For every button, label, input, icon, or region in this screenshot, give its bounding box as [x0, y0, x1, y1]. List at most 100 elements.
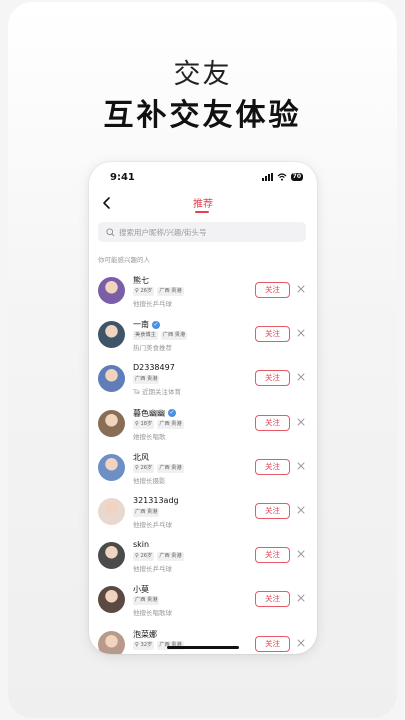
wifi-icon	[277, 173, 287, 181]
user-tag: ♀ 26岁	[133, 552, 155, 562]
follow-button[interactable]: 关注	[255, 414, 290, 431]
user-description: 热门美食推荐	[133, 344, 172, 353]
user-name-text: 321313adg	[133, 495, 179, 505]
user-name[interactable]: 北风	[133, 452, 149, 463]
user-name-text: 一南	[133, 320, 149, 330]
hero-title: 互补交友体验	[103, 98, 302, 133]
status-time: 9:41	[110, 172, 135, 183]
user-name[interactable]: skin	[133, 540, 149, 549]
user-description: 他擅长乒乓球	[133, 520, 172, 529]
user-name[interactable]: 小莫	[133, 584, 149, 595]
close-icon[interactable]	[297, 285, 305, 293]
follow-button[interactable]: 关注	[255, 326, 290, 343]
user-name-text: 北风	[133, 452, 149, 462]
user-tags: ♀ 26岁 广西 贵港	[133, 463, 184, 473]
search-input[interactable]: 搜索用户昵称/兴趣/街头号	[98, 222, 306, 242]
user-tag: 广西 贵港	[133, 596, 160, 606]
user-description: 她擅长唱歌	[133, 432, 166, 441]
user-tag: ♀ 18岁	[133, 419, 155, 429]
search-placeholder: 搜索用户昵称/兴趣/街头号	[119, 227, 207, 237]
user-tag: ♀ 26岁	[133, 463, 155, 473]
user-tags: ♀ 26岁 广西 贵港	[133, 287, 184, 296]
user-tag: 广西 贵港	[133, 507, 160, 517]
user-list: 熊七 ♀ 26岁 广西 贵港 他擅长乒乓球 关注 一南 ✓ 美食博主 广西 贵港 热门美食推荐 关注…	[89, 269, 317, 654]
avatar[interactable]	[98, 542, 125, 570]
verified-icon: ✓	[168, 409, 176, 418]
list-item[interactable]: skin ♀ 26岁 广西 贵港 他擅长乒乓球 关注	[89, 534, 317, 578]
user-description: Ta 近期关注体育	[133, 388, 181, 397]
user-name-text: 泡菜娜	[133, 629, 157, 639]
close-icon[interactable]	[297, 594, 305, 602]
avatar[interactable]	[98, 586, 125, 614]
tab-indicator	[195, 211, 209, 213]
user-description: 他擅长乒乓球	[133, 565, 172, 574]
avatar[interactable]	[98, 365, 125, 393]
user-tag: ♀ 32岁	[133, 640, 155, 650]
verified-icon: ✓	[152, 320, 160, 329]
user-description: 他擅长摄影	[133, 476, 166, 485]
close-icon[interactable]	[297, 418, 305, 426]
close-icon[interactable]	[297, 550, 305, 558]
avatar[interactable]	[98, 630, 125, 654]
user-name-text: 小莫	[133, 585, 149, 595]
user-tag: ♀ 26岁	[133, 287, 155, 296]
user-tag: 广西 贵港	[157, 287, 184, 296]
user-name[interactable]: 321313adg	[133, 496, 179, 505]
user-tag: 广西 贵港	[133, 375, 160, 385]
user-tags: 美食博主 广西 贵港	[133, 331, 188, 341]
list-item[interactable]: 泡菜娜 ♀ 32岁 广西 贵港 关注	[89, 623, 317, 654]
user-tags: 广西 贵港	[133, 507, 160, 517]
search-icon	[106, 227, 115, 236]
user-tags: 广西 贵港	[133, 375, 160, 385]
section-label: 你可能感兴趣的人	[98, 256, 150, 264]
status-icons: 70	[261, 173, 303, 181]
list-item[interactable]: 熊七 ♀ 26岁 广西 贵港 他擅长乒乓球 关注	[89, 269, 317, 313]
user-description: 他擅长唱歌球	[133, 609, 172, 618]
battery-icon: 70	[290, 173, 303, 181]
close-icon[interactable]	[297, 639, 305, 647]
user-name-text: 暮色幽幽	[133, 408, 165, 418]
avatar[interactable]	[98, 277, 125, 304]
close-icon[interactable]	[297, 329, 305, 337]
user-tag: 广西 贵港	[157, 419, 184, 429]
nav-bar: 推荐	[89, 192, 317, 216]
follow-button[interactable]: 关注	[255, 282, 290, 298]
close-icon[interactable]	[297, 462, 305, 470]
avatar[interactable]	[98, 497, 125, 525]
user-name[interactable]: D2338497	[133, 363, 175, 372]
user-tags: 广西 贵港	[133, 596, 160, 606]
avatar[interactable]	[98, 409, 125, 437]
user-name[interactable]: 暮色幽幽 ✓	[133, 408, 176, 419]
user-tag: 广西 贵港	[160, 331, 188, 341]
follow-button[interactable]: 关注	[255, 458, 290, 475]
user-tags: ♀ 26岁 广西 贵港	[133, 552, 184, 562]
avatar[interactable]	[98, 321, 125, 349]
phone-frame: 9:41 70 推荐 搜索用户昵称/兴趣/街头号 你可能感兴趣的人 熊七 ♀ 26…	[89, 162, 317, 654]
user-name[interactable]: 一南 ✓	[133, 319, 160, 330]
list-item[interactable]: 小莫 广西 贵港他擅长唱歌球 关注	[89, 578, 317, 622]
list-item[interactable]: 暮色幽幽 ✓ ♀ 18岁 广西 贵港 她擅长唱歌 关注	[89, 402, 317, 446]
user-name[interactable]: 泡菜娜	[133, 629, 157, 640]
signal-icon	[261, 173, 273, 181]
status-bar: 9:41 70	[89, 172, 317, 186]
list-item[interactable]: 一南 ✓ 美食博主 广西 贵港 热门美食推荐 关注	[89, 313, 317, 357]
list-item[interactable]: 321313adg 广西 贵港他擅长乒乓球 关注	[89, 490, 317, 534]
avatar[interactable]	[98, 453, 125, 481]
user-tag: 广西 贵港	[157, 552, 184, 562]
list-item[interactable]: D2338497 广西 贵港 Ta 近期关注体育 关注	[89, 357, 317, 401]
user-name-text: D2338497	[133, 363, 175, 373]
user-tag: 广西 贵港	[157, 463, 184, 473]
follow-button[interactable]: 关注	[255, 370, 290, 387]
user-name-text: 熊七	[133, 276, 149, 285]
user-tags: ♀ 18岁 广西 贵港	[133, 419, 184, 429]
follow-button[interactable]: 关注	[255, 502, 290, 519]
home-indicator	[167, 646, 239, 649]
follow-button[interactable]: 关注	[255, 591, 290, 608]
list-item[interactable]: 北风 ♀ 26岁 广西 贵港 他擅长摄影 关注	[89, 446, 317, 490]
follow-button[interactable]: 关注	[255, 635, 290, 652]
close-icon[interactable]	[297, 373, 305, 381]
user-tag: 美食博主	[133, 331, 158, 341]
user-name[interactable]: 熊七	[133, 275, 149, 286]
follow-button[interactable]: 关注	[255, 547, 290, 564]
close-icon[interactable]	[297, 506, 305, 514]
